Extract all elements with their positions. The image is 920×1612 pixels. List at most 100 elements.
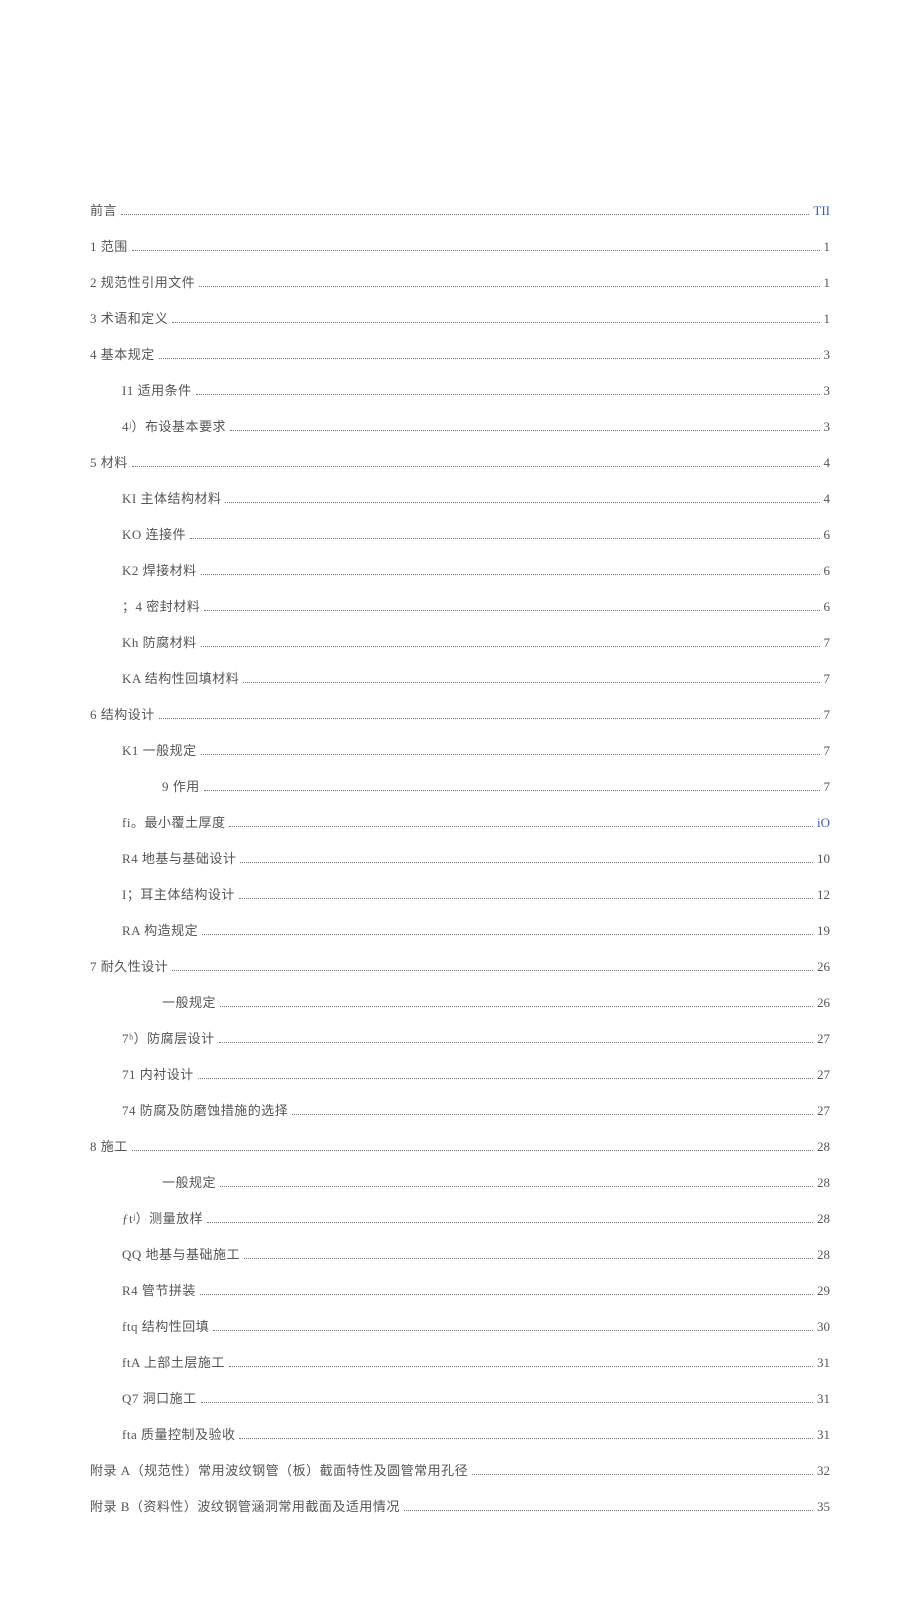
toc-leader-dots xyxy=(201,1402,813,1403)
toc-row: R4 管节拼装 29 xyxy=(90,1280,830,1299)
toc-row: Q7 洞口施工31 xyxy=(90,1388,830,1407)
toc-row: fta 质量控制及验收31 xyxy=(90,1424,830,1443)
toc-page-number: 1 xyxy=(824,239,831,255)
toc-leader-dots xyxy=(201,574,820,575)
toc-leader-dots xyxy=(159,718,820,719)
toc-label: ƒtʲ）测量放样 xyxy=(122,1208,203,1227)
toc-page-number: 31 xyxy=(817,1355,830,1371)
toc-row: ƒtʲ）测量放样 28 xyxy=(90,1208,830,1227)
toc-page-number: 4 xyxy=(824,491,831,507)
toc-leader-dots xyxy=(200,1294,813,1295)
toc-leader-dots xyxy=(229,826,813,827)
toc-leader-dots xyxy=(404,1510,813,1511)
toc-label: 前言 xyxy=(90,200,117,219)
toc-leader-dots xyxy=(213,1330,813,1331)
toc-label: 一般规定 xyxy=(162,992,216,1011)
toc-row: 前言TII xyxy=(90,200,830,219)
toc-row: 一般规定 26 xyxy=(90,992,830,1011)
toc-label: ftA 上部土层施工 xyxy=(122,1352,225,1371)
toc-leader-dots xyxy=(292,1114,813,1115)
toc-row: 74 防腐及防磨蚀措施的选择 27 xyxy=(90,1100,830,1119)
toc-label: KA 结构性回填材料 xyxy=(122,668,239,687)
toc-label: 8 施工 xyxy=(90,1136,128,1155)
toc-leader-dots xyxy=(201,754,820,755)
toc-leader-dots xyxy=(472,1474,813,1475)
toc-page-number: 7 xyxy=(824,635,831,651)
toc-row: 4ʲ）布设基本要求 3 xyxy=(90,416,830,435)
toc-leader-dots xyxy=(239,898,813,899)
toc-leader-dots xyxy=(220,1186,813,1187)
toc-label: 附录 A（规范性）常用波纹钢管（板）截面特性及圆管常用孔径 xyxy=(90,1460,468,1479)
toc-label: 71 内衬设计 xyxy=(122,1064,194,1083)
toc-page-number: iO xyxy=(817,815,830,831)
toc-leader-dots xyxy=(132,466,820,467)
toc-row: ；4 密封材料6 xyxy=(90,596,830,615)
toc-label: 7 耐久性设计 xyxy=(90,956,168,975)
toc-row: 4 基本规定3 xyxy=(90,344,830,363)
toc-page-number: 28 xyxy=(817,1175,830,1191)
toc-leader-dots xyxy=(244,1258,813,1259)
toc-label: K1 一般规定 xyxy=(122,740,197,759)
toc-leader-dots xyxy=(204,790,820,791)
toc-label: 6 结构设计 xyxy=(90,704,155,723)
toc-page-number: 31 xyxy=(817,1391,830,1407)
toc-page-number: 32 xyxy=(817,1463,830,1479)
toc-leader-dots xyxy=(225,502,819,503)
toc-page-number: 19 xyxy=(817,923,830,939)
toc-label: 4ʲ）布设基本要求 xyxy=(122,416,226,435)
toc-row: 6 结构设计 7 xyxy=(90,704,830,723)
toc-row: 9 作用 7 xyxy=(90,776,830,795)
toc-leader-dots xyxy=(219,1042,813,1043)
toc-row: 8 施工 28 xyxy=(90,1136,830,1155)
toc-label: 7ʰ）防腐层设计 xyxy=(122,1028,215,1047)
toc-leader-dots xyxy=(199,286,819,287)
toc-row: 7ʰ）防腐层设计 27 xyxy=(90,1028,830,1047)
toc-leader-dots xyxy=(172,970,813,971)
toc-page-number: 7 xyxy=(824,779,831,795)
toc-row: KO 连接件6 xyxy=(90,524,830,543)
toc-page-number: 29 xyxy=(817,1283,830,1299)
toc-page-number: 31 xyxy=(817,1427,830,1443)
toc-label: R4 地基与基础设计 xyxy=(122,848,236,867)
toc-page-number: 26 xyxy=(817,995,830,1011)
toc-label: 2 规范性引用文件 xyxy=(90,272,195,291)
toc-row: KI 主体结构材料4 xyxy=(90,488,830,507)
toc-leader-dots xyxy=(121,214,809,215)
toc-page-number: 1 xyxy=(824,311,831,327)
toc-page-number: 27 xyxy=(817,1103,830,1119)
toc-leader-dots xyxy=(172,322,819,323)
toc-label: 4 基本规定 xyxy=(90,344,155,363)
toc-page-number: 28 xyxy=(817,1247,830,1263)
toc-page-number: 28 xyxy=(817,1139,830,1155)
toc-row: I；耳主体结构设计 12 xyxy=(90,884,830,903)
toc-label: fi。最小覆土厚度 xyxy=(122,812,225,831)
toc-leader-dots xyxy=(239,1438,813,1439)
toc-row: 71 内衬设计27 xyxy=(90,1064,830,1083)
toc-leader-dots xyxy=(229,1366,813,1367)
toc-label: 9 作用 xyxy=(162,776,200,795)
toc-label: 74 防腐及防磨蚀措施的选择 xyxy=(122,1100,288,1119)
toc-row: ftA 上部土层施工 31 xyxy=(90,1352,830,1371)
toc-label: 附录 B（资料性）波纹钢管涵洞常用截面及适用情况 xyxy=(90,1496,400,1515)
toc-leader-dots xyxy=(132,250,820,251)
toc-leader-dots xyxy=(243,682,819,683)
toc-row: RA 构造规定19 xyxy=(90,920,830,939)
toc-page-number: 26 xyxy=(817,959,830,975)
toc-row: 5 材料4 xyxy=(90,452,830,471)
toc-page-number: 28 xyxy=(817,1211,830,1227)
toc-page-number: 3 xyxy=(824,419,831,435)
toc-leader-dots xyxy=(230,430,819,431)
toc-label: Kh 防腐材料 xyxy=(122,632,197,651)
toc-label: 1 范围 xyxy=(90,236,128,255)
toc-page-number: 12 xyxy=(817,887,830,903)
toc-leader-dots xyxy=(132,1150,813,1151)
toc-label: K2 焊接材料 xyxy=(122,560,197,579)
toc-row: 1 范围 1 xyxy=(90,236,830,255)
toc-label: I；耳主体结构设计 xyxy=(122,884,235,903)
toc-page-number: 27 xyxy=(817,1031,830,1047)
toc-page-number: 7 xyxy=(824,707,831,723)
toc-label: ；4 密封材料 xyxy=(122,596,200,615)
toc-row: 一般规定28 xyxy=(90,1172,830,1191)
toc-label: 5 材料 xyxy=(90,452,128,471)
toc-label: R4 管节拼装 xyxy=(122,1280,196,1299)
